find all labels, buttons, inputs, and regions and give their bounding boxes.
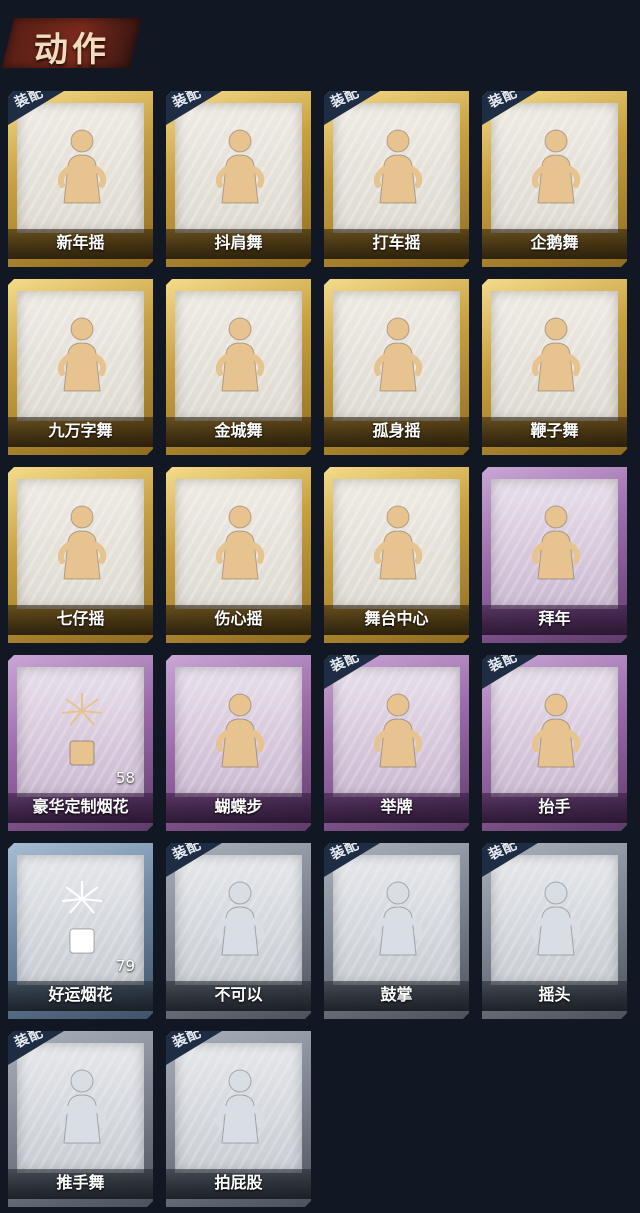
figure-point-icon <box>208 689 272 769</box>
figure-star-icon <box>366 313 430 393</box>
page-title: 动作 <box>34 30 110 70</box>
action-card[interactable]: 拍屁股 装配 <box>166 1031 311 1207</box>
card-label: 豪华定制烟花 <box>32 797 129 816</box>
card-label: 七仔摇 <box>56 609 105 628</box>
figure-shake-icon <box>50 125 114 205</box>
action-card[interactable]: 鼓掌 装配 <box>324 843 469 1019</box>
action-card[interactable]: 金城舞 <box>166 279 311 455</box>
card-label: 拍屁股 <box>214 1173 263 1192</box>
item-count: 58 <box>115 769 135 787</box>
action-card[interactable]: 79 好运烟花 <box>8 843 153 1019</box>
action-card[interactable]: 打车摇 装配 <box>324 91 469 267</box>
figure-heart-icon <box>524 313 588 393</box>
action-card[interactable]: 蝴蝶步 <box>166 655 311 831</box>
action-card[interactable]: 孤身摇 <box>324 279 469 455</box>
figure-slap-icon <box>208 1065 272 1145</box>
card-label: 企鹅舞 <box>530 233 579 252</box>
figure-sparkle-icon <box>50 501 114 581</box>
action-card[interactable]: 抖肩舞 装配 <box>166 91 311 267</box>
action-card[interactable]: 抬手 装配 <box>482 655 627 831</box>
figure-wave-icon <box>208 313 272 393</box>
firework-box-icon <box>50 689 114 769</box>
card-label: 孤身摇 <box>372 421 421 440</box>
action-card[interactable]: 58 豪华定制烟花 <box>8 655 153 831</box>
clap-hands-icon <box>366 877 430 957</box>
action-card[interactable]: 舞台中心 <box>324 467 469 643</box>
card-label: 蝴蝶步 <box>214 797 263 816</box>
card-label: 伤心摇 <box>214 609 263 628</box>
action-card[interactable]: 伤心摇 <box>166 467 311 643</box>
card-label: 鼓掌 <box>380 985 413 1004</box>
action-card[interactable]: 企鹅舞 装配 <box>482 91 627 267</box>
figure-head-shake-icon <box>524 877 588 957</box>
figure-heart-hands-icon <box>208 501 272 581</box>
action-card[interactable]: 九万字舞 <box>8 279 153 455</box>
card-label: 推手舞 <box>56 1173 105 1192</box>
card-label: 拜年 <box>538 609 571 628</box>
card-label: 舞台中心 <box>364 609 429 628</box>
item-count: 79 <box>115 957 135 975</box>
figure-push-icon <box>50 1065 114 1145</box>
figure-shoulder-icon <box>208 125 272 205</box>
card-label: 金城舞 <box>214 421 263 440</box>
action-card[interactable]: 拜年 <box>482 467 627 643</box>
section-header: 动作 <box>1 8 143 74</box>
card-label: 摇头 <box>538 985 571 1004</box>
card-label: 抬手 <box>538 797 571 816</box>
figure-taxi-icon <box>366 125 430 205</box>
card-label: 新年摇 <box>56 233 105 252</box>
card-label: 九万字舞 <box>48 421 113 440</box>
figure-raise-hand-icon <box>524 689 588 769</box>
card-label: 不可以 <box>214 985 263 1004</box>
card-label: 举牌 <box>380 797 413 816</box>
figure-penguin-icon <box>524 125 588 205</box>
card-label: 好运烟花 <box>48 985 113 1004</box>
finger-no-icon <box>208 877 272 957</box>
action-card[interactable]: 不可以 装配 <box>166 843 311 1019</box>
action-card[interactable]: 七仔摇 <box>8 467 153 643</box>
figure-center-icon <box>366 501 430 581</box>
figure-swirl-icon <box>50 313 114 393</box>
card-label: 鞭子舞 <box>530 421 579 440</box>
figure-sign-icon <box>366 689 430 769</box>
card-label: 打车摇 <box>372 233 421 252</box>
action-card[interactable]: 摇头 装配 <box>482 843 627 1019</box>
firework-can-icon <box>50 877 114 957</box>
action-card[interactable]: 推手舞 装配 <box>8 1031 153 1207</box>
card-label: 抖肩舞 <box>214 233 263 252</box>
action-card[interactable]: 举牌 装配 <box>324 655 469 831</box>
figure-bow-icon <box>524 501 588 581</box>
action-card[interactable]: 鞭子舞 <box>482 279 627 455</box>
action-card[interactable]: 新年摇 装配 <box>8 91 153 267</box>
